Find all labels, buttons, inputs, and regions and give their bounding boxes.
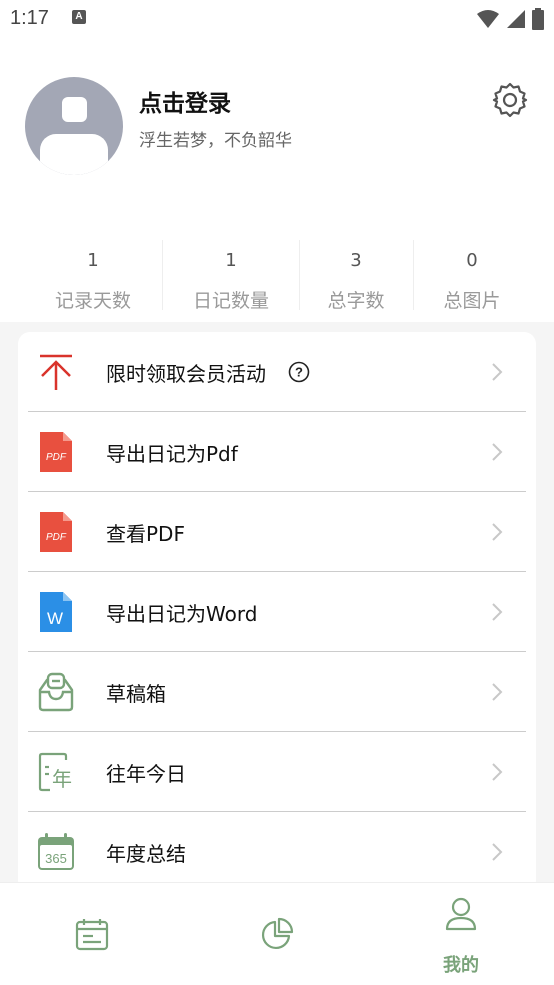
stat-record-days[interactable]: 1 记录天数 <box>30 230 156 322</box>
bottom-nav: 我的 <box>0 882 554 985</box>
word-icon-text: W <box>47 609 63 628</box>
diary-calendar-icon <box>75 919 109 951</box>
svg-text:?: ? <box>295 365 303 380</box>
notification-a-icon: A <box>72 10 86 24</box>
menu-item-label: 往年今日 <box>106 762 186 786</box>
stat-value: 1 <box>87 250 99 271</box>
pdf-icon-text: PDF <box>46 532 67 543</box>
stat-label: 总图片 <box>443 290 501 312</box>
stat-divider <box>162 240 163 310</box>
login-button[interactable]: 点击登录 <box>139 84 231 118</box>
stat-word-count[interactable]: 3 总字数 <box>300 230 412 322</box>
stat-label: 总字数 <box>327 290 385 312</box>
nav-tab-mine[interactable]: 我的 <box>369 883 553 985</box>
battery-icon <box>532 8 544 30</box>
stat-value: 3 <box>350 250 362 271</box>
question-help-icon[interactable]: ? <box>288 361 310 383</box>
status-time: 1:17 <box>10 7 49 29</box>
menu-card: 限时领取会员活动 ? PDF 导出日记为Pdf PDF 查看PDF W 导出日记… <box>18 332 536 892</box>
signal-icon <box>507 10 525 28</box>
menu-item-label: 年度总结 <box>106 842 186 866</box>
nav-label-mine: 我的 <box>443 955 479 976</box>
menu-item-label: 查看PDF <box>106 522 185 546</box>
stat-label: 记录天数 <box>54 290 131 312</box>
chevron-right-icon <box>492 843 503 861</box>
menu-item-export-word[interactable]: W 导出日记为Word <box>18 572 536 652</box>
nav-tab-statistics[interactable] <box>185 883 369 985</box>
avatar-head-shape <box>62 97 87 122</box>
stat-diary-count[interactable]: 1 日记数量 <box>168 230 294 322</box>
menu-item-drafts[interactable]: 草稿箱 <box>18 652 536 732</box>
chevron-right-icon <box>492 363 503 381</box>
year-calendar-icon: 年 <box>38 752 72 792</box>
menu-item-export-pdf[interactable]: PDF 导出日记为Pdf <box>18 412 536 492</box>
menu-item-annual-summary[interactable]: 365 年度总结 <box>18 812 536 892</box>
stat-value: 1 <box>225 250 237 271</box>
stat-value: 0 <box>466 250 478 271</box>
wifi-icon <box>477 10 499 28</box>
chevron-right-icon <box>492 443 503 461</box>
chevron-right-icon <box>492 763 503 781</box>
chevron-right-icon <box>492 523 503 541</box>
menu-item-label: 导出日记为Word <box>106 602 258 626</box>
profile-header: 点击登录 浮生若梦，不负韶华 <box>0 40 554 230</box>
pie-chart-icon <box>262 917 294 949</box>
nav-tab-diary[interactable] <box>0 883 184 985</box>
calendar-365-icon: 365 <box>38 833 74 870</box>
pdf-file-icon: PDF <box>40 512 72 552</box>
menu-item-label: 导出日记为Pdf <box>106 442 238 466</box>
drafts-inbox-icon <box>38 672 74 712</box>
menu-item-label: 草稿箱 <box>106 682 166 706</box>
stat-image-count[interactable]: 0 总图片 <box>416 230 528 322</box>
word-file-icon: W <box>40 592 72 632</box>
pdf-file-icon: PDF <box>40 432 72 472</box>
status-icons <box>476 8 544 30</box>
days-icon-text: 365 <box>45 851 67 866</box>
stat-label: 日记数量 <box>192 290 269 312</box>
chevron-right-icon <box>492 603 503 621</box>
chevron-right-icon <box>492 683 503 701</box>
stats-row: 1 记录天数 1 日记数量 3 总字数 0 总图片 <box>0 230 554 322</box>
profile-motto: 浮生若梦，不负韶华 <box>139 131 292 151</box>
avatar-body-shape <box>40 134 108 175</box>
menu-item-member-activity[interactable]: 限时领取会员活动 ? <box>18 332 536 412</box>
arrow-up-icon <box>40 354 72 390</box>
pdf-icon-text: PDF <box>46 452 67 463</box>
status-bar: 1:17 A <box>0 0 554 40</box>
year-icon-text: 年 <box>52 767 72 791</box>
gear-icon[interactable] <box>491 81 529 119</box>
menu-item-view-pdf[interactable]: PDF 查看PDF <box>18 492 536 572</box>
avatar[interactable] <box>25 77 123 175</box>
menu-item-label: 限时领取会员活动 <box>106 362 266 386</box>
user-profile-icon <box>445 897 477 931</box>
menu-item-past-years-today[interactable]: 年 往年今日 <box>18 732 536 812</box>
stat-divider <box>413 240 414 310</box>
